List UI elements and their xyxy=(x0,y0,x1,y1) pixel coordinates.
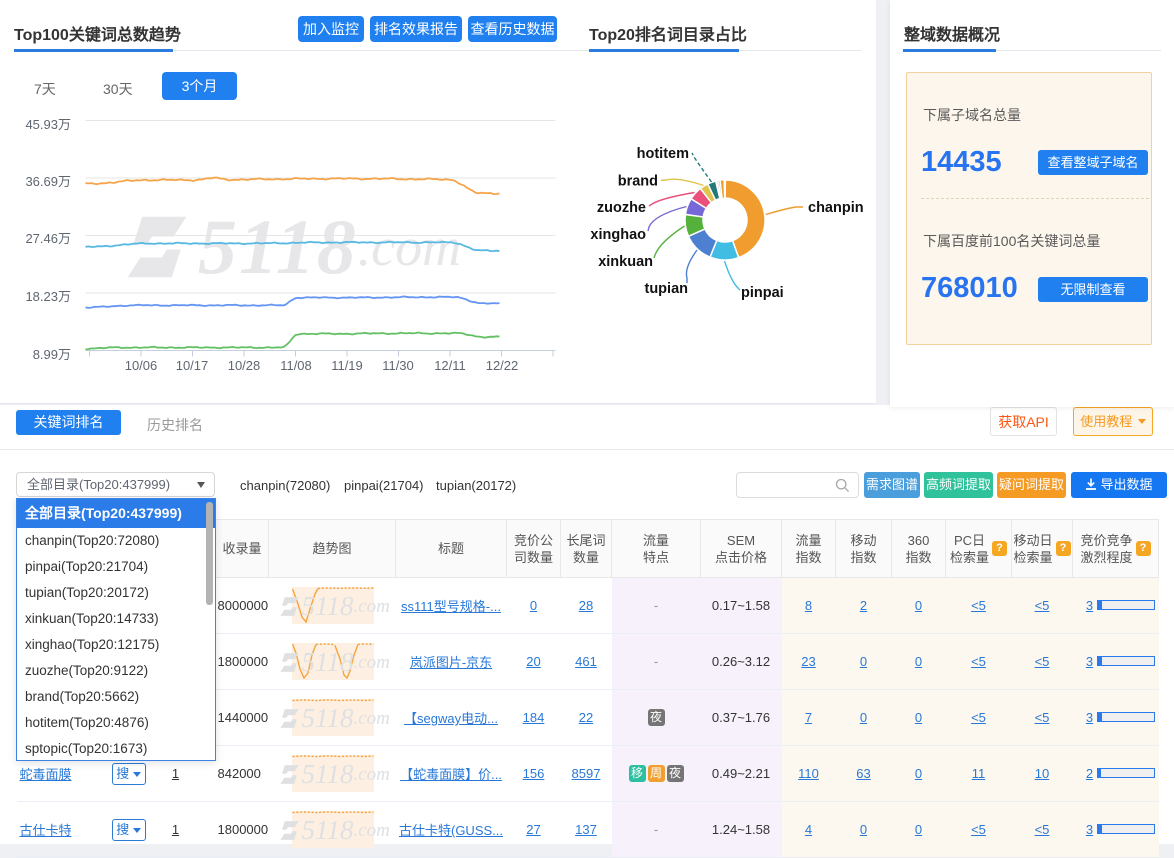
svg-text:zuozhe: zuozhe xyxy=(597,200,646,216)
svg-text:xinkuan: xinkuan xyxy=(598,254,653,270)
svg-text:pinpai: pinpai xyxy=(741,285,784,301)
svg-text:hotitem: hotitem xyxy=(637,146,689,162)
svg-text:tupian: tupian xyxy=(645,281,689,297)
svg-text:xinghao: xinghao xyxy=(590,227,646,243)
svg-text:brand: brand xyxy=(618,174,658,190)
svg-text:chanpin: chanpin xyxy=(808,200,864,216)
